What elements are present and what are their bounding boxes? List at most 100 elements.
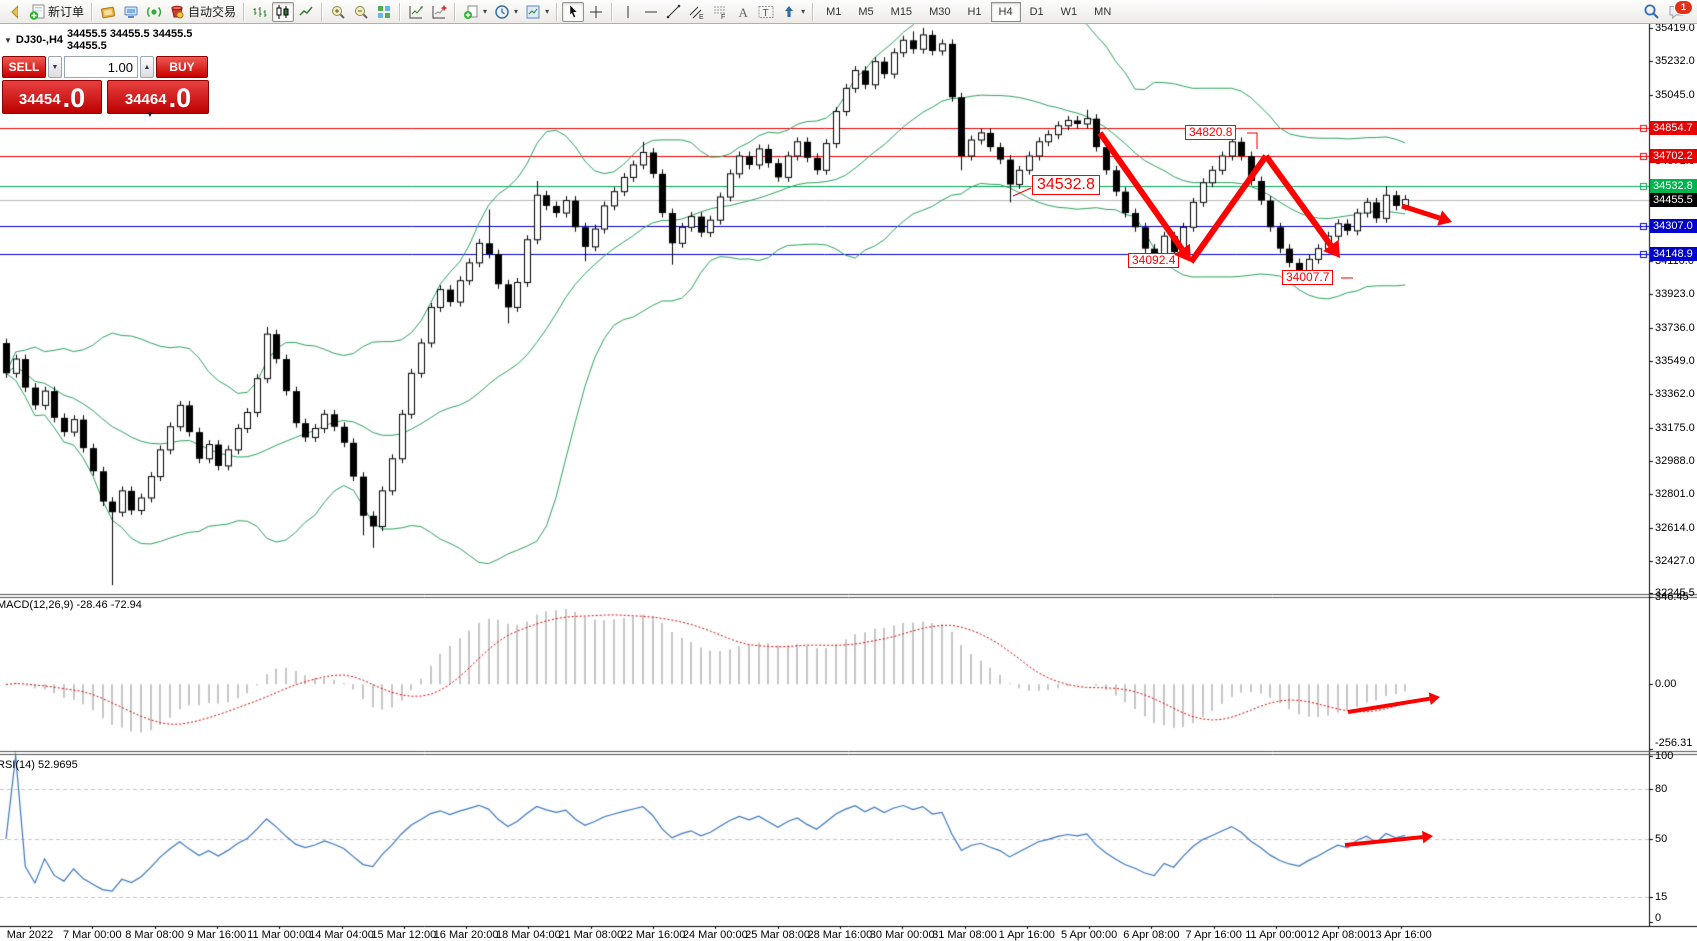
time-axis-label: 9 Mar 16:00 (188, 929, 247, 941)
search-button[interactable] (1643, 3, 1660, 20)
time-axis-label: 1 Apr 16:00 (999, 929, 1055, 941)
timeframe-button-mn[interactable]: MN (1086, 2, 1119, 22)
add-indicator-button[interactable]: ▾ (460, 2, 490, 22)
chevron-down-icon[interactable]: ▾ (801, 7, 805, 16)
market-button[interactable] (97, 2, 119, 22)
chevron-down-icon[interactable]: ▾ (514, 7, 518, 16)
chevron-down-icon[interactable]: ▾ (545, 7, 549, 16)
indicators-icon (408, 4, 424, 20)
text-label-button[interactable]: T (755, 2, 777, 22)
tile-windows-icon (376, 4, 392, 20)
price-tick-label: 33736.0 (1655, 322, 1695, 334)
timeframe-button-w1[interactable]: W1 (1053, 2, 1086, 22)
timeframe-button-m5[interactable]: M5 (850, 2, 881, 22)
horizontal-line-button[interactable] (640, 2, 662, 22)
clipped-button[interactable] (3, 2, 25, 22)
price-annotation[interactable]: 34820.8 (1185, 125, 1236, 140)
price-annotation[interactable]: 34007.7 (1282, 270, 1333, 285)
chart-area[interactable]: ▼ DJ30-,H4 34455.5 34455.5 34455.5 34455… (0, 24, 1697, 941)
line-chart-icon (298, 4, 314, 20)
time-axis-label: Mar 2022 (7, 929, 53, 941)
mt4-window: 新订单 自动交易 ▾ ▾ ▾ E F A T ▾ M1M5M15M30H1H4D1W1MN 1 ▼ D… (0, 0, 1697, 941)
rsi-tick-label: 50 (1655, 833, 1667, 845)
price-tick-label: 33923.0 (1655, 288, 1695, 300)
timeframe-button-h4[interactable]: H4 (991, 2, 1021, 22)
price-tick-label: 33362.0 (1655, 388, 1695, 400)
price-tick-label: 33549.0 (1655, 355, 1695, 367)
text-button[interactable]: A (732, 2, 754, 22)
volume-increase-button[interactable]: ▲ (140, 56, 154, 78)
chat-button[interactable]: 1 (1668, 4, 1686, 20)
autotrading-button[interactable]: 自动交易 (166, 2, 239, 22)
svg-text:E: E (699, 14, 704, 20)
notification-badge[interactable]: 1 (1674, 0, 1693, 15)
zoom-in-button[interactable] (327, 2, 349, 22)
toolbar: 新订单 自动交易 ▾ ▾ ▾ E F A T ▾ M1M5M15M30H1H4D1W1MN 1 (0, 0, 1697, 24)
collapse-quote-icon[interactable]: ▼ (4, 36, 12, 45)
chevron-down-icon[interactable]: ▾ (483, 7, 487, 16)
vertical-line-button[interactable] (617, 2, 639, 22)
svg-text:T: T (763, 8, 769, 19)
indicators-button[interactable] (405, 2, 427, 22)
timeframe-button-m1[interactable]: M1 (818, 2, 849, 22)
signals-button[interactable] (143, 2, 165, 22)
arrows-button[interactable]: ▾ (778, 2, 808, 22)
price-tick-label: 32988.0 (1655, 455, 1695, 467)
periods-button[interactable]: ▾ (491, 2, 521, 22)
sell-price-display[interactable]: 34454 .0 (2, 80, 102, 114)
time-axis-label: 12 Apr 08:00 (1307, 929, 1369, 941)
panel-collapse-arrow-icon[interactable]: ▼ (146, 110, 154, 119)
fibonacci-button[interactable]: F (709, 2, 731, 22)
price-annotation[interactable]: 34532.8 (1032, 175, 1100, 195)
new-order-button[interactable]: 新订单 (26, 2, 87, 22)
bar-chart-button[interactable] (249, 2, 271, 22)
equidistant-channel-button[interactable]: E (686, 2, 708, 22)
tile-windows-button[interactable] (373, 2, 395, 22)
vertical-line-icon (620, 4, 636, 20)
timeframe-button-m30[interactable]: M30 (921, 2, 958, 22)
timeframe-button-m15[interactable]: M15 (883, 2, 920, 22)
virtual-hosting-button[interactable] (120, 2, 142, 22)
text-icon: A (735, 4, 751, 20)
zoom-out-button[interactable] (350, 2, 372, 22)
toolbar-button-label: 自动交易 (188, 3, 236, 20)
buy-button[interactable]: BUY (156, 56, 208, 78)
buy-price-display[interactable]: 34464 .0 (107, 80, 209, 114)
zoom-out-icon (353, 4, 369, 20)
macd-tick-label: 346.45 (1655, 591, 1689, 603)
sell-button[interactable]: SELL (2, 56, 46, 78)
macd-tick-label: 0.00 (1655, 678, 1676, 690)
arrows-icon (781, 4, 797, 20)
time-axis-label: 7 Apr 16:00 (1186, 929, 1242, 941)
toolbar-separator (812, 3, 814, 21)
text-label-icon: T (758, 4, 774, 20)
price-tick-label: 32427.0 (1655, 555, 1695, 567)
volume-input[interactable]: 1.00 (64, 56, 138, 78)
timeframe-button-d1[interactable]: D1 (1022, 2, 1052, 22)
time-axis-label: 16 Mar 20:00 (434, 929, 499, 941)
trendline-button[interactable] (663, 2, 685, 22)
cursor-icon (565, 4, 581, 20)
macd-tick-label: -256.31 (1655, 737, 1692, 749)
rsi-tick-label: 80 (1655, 783, 1667, 795)
candlestick-chart-button[interactable] (272, 2, 294, 22)
price-tick-label: 32614.0 (1655, 522, 1695, 534)
timeframe-button-h1[interactable]: H1 (959, 2, 989, 22)
buy-price-pip: .0 (169, 85, 192, 112)
add-object-button[interactable] (428, 2, 450, 22)
time-axis-label: 7 Mar 00:00 (63, 929, 122, 941)
add-indicator-icon (463, 4, 479, 20)
price-annotation[interactable]: 34092.4 (1128, 253, 1179, 268)
cursor-button[interactable] (562, 2, 584, 22)
add-object-icon (431, 4, 447, 20)
svg-text:A: A (739, 5, 749, 20)
time-axis-label: 18 Mar 04:00 (496, 929, 561, 941)
time-axis-label: 22 Mar 16:00 (621, 929, 686, 941)
chart-canvas[interactable] (0, 24, 1697, 941)
svg-text:F: F (721, 14, 725, 20)
crosshair-button[interactable] (585, 2, 607, 22)
volume-decrease-button[interactable]: ▼ (48, 56, 62, 78)
templates-button[interactable]: ▾ (522, 2, 552, 22)
toolbar-separator (454, 3, 456, 21)
line-chart-button[interactable] (295, 2, 317, 22)
